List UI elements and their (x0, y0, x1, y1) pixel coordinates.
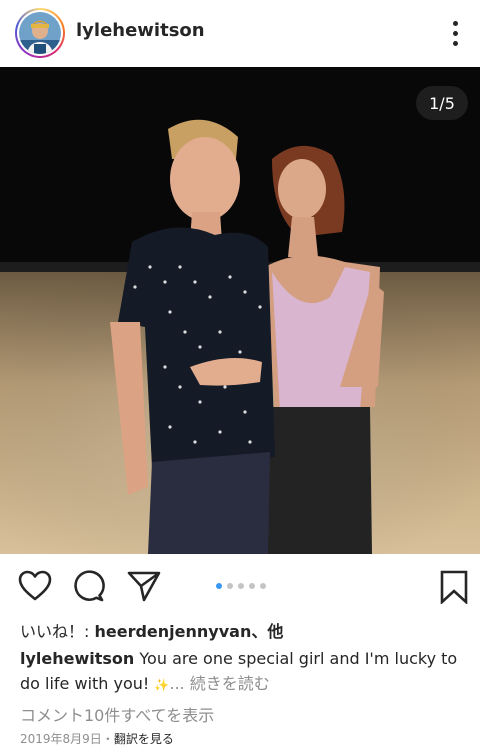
liked-by-user[interactable]: heerdenjennyvan (94, 622, 251, 641)
bookmark-icon[interactable] (440, 570, 468, 608)
more-options-icon[interactable] (446, 18, 464, 48)
post-username[interactable]: lylehewitson (76, 20, 205, 41)
date-separator: ・ (101, 732, 114, 746)
carousel-dot (249, 583, 255, 589)
caption-emoji: ✨ (154, 678, 170, 692)
post-caption: lylehewitson You are one special girl an… (20, 646, 470, 698)
heart-icon[interactable] (18, 570, 52, 606)
carousel-dot (227, 583, 233, 589)
read-more-link[interactable]: 続きを読む (190, 674, 270, 693)
likes-suffix: 、他 (251, 622, 284, 641)
see-translation-link[interactable]: 翻訳を見る (114, 732, 174, 746)
likes-prefix: いいね！: (20, 622, 95, 641)
carousel-dot (238, 583, 244, 589)
carousel-dot (260, 583, 266, 589)
image-counter: 1/5 (416, 86, 468, 120)
action-bar (0, 562, 480, 610)
comment-icon[interactable] (73, 570, 105, 606)
carousel-indicator (216, 583, 266, 589)
carousel-dot-active (216, 583, 222, 589)
post-header: lylehewitson (0, 0, 480, 66)
caption-ellipsis: ... (169, 674, 185, 693)
share-icon[interactable] (127, 570, 161, 606)
likes-line[interactable]: いいね！: heerdenjennyvan、他 (20, 618, 283, 642)
caption-username[interactable]: lylehewitson (20, 649, 134, 668)
view-all-comments-link[interactable]: コメント10件すべてを表示 (20, 702, 214, 726)
avatar[interactable] (15, 8, 65, 58)
post-date: 2019年8月9日 (20, 732, 102, 746)
post-photo[interactable] (0, 67, 480, 554)
post-date-line: 2019年8月9日・翻訳を見る (20, 730, 174, 747)
